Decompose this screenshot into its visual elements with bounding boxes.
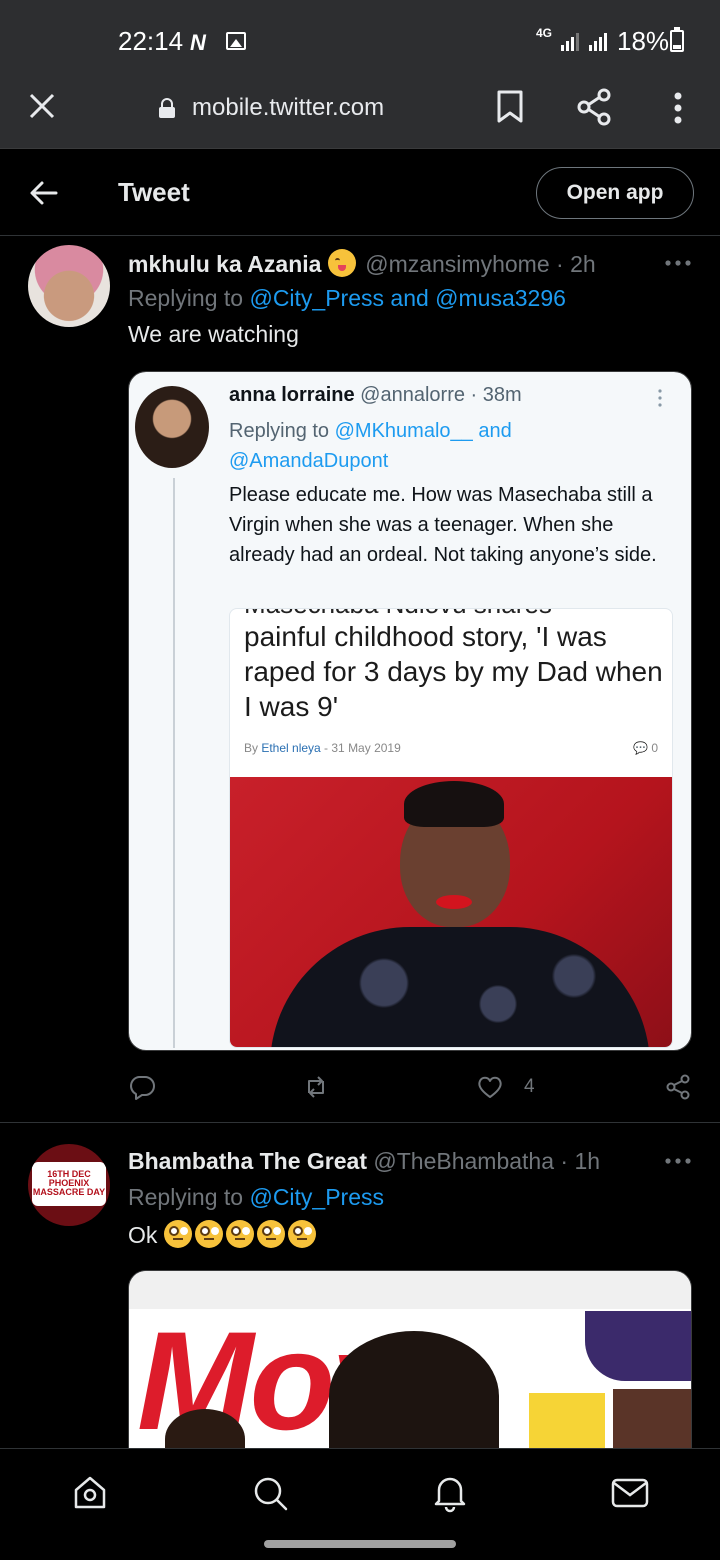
embedded-replying-prefix: Replying to xyxy=(229,420,335,442)
tweet-image[interactable]: anna lorraine @annalorre · 38m Replying … xyxy=(128,371,692,1051)
signal-icon-2 xyxy=(589,33,607,51)
share-tweet-icon[interactable] xyxy=(664,1073,692,1101)
photo-lips xyxy=(436,895,472,909)
article-photo xyxy=(230,777,672,1047)
system-navigation-bar xyxy=(0,1534,720,1560)
tweet-time: · 2h xyxy=(556,251,596,277)
article-comments: 💬 0 xyxy=(633,741,658,755)
cover-headline-box xyxy=(529,1393,605,1453)
back-arrow-icon[interactable] xyxy=(28,177,60,209)
status-time: 22:14 xyxy=(118,26,184,56)
eye-roll-emoji-icon xyxy=(225,1220,254,1248)
retweet-icon[interactable] xyxy=(302,1073,330,1101)
share-icon[interactable] xyxy=(576,88,612,126)
open-app-button[interactable]: Open app xyxy=(536,167,694,219)
tweet-2[interactable]: 16TH DEC PHOENIX MASSACRE DAY Bhambatha … xyxy=(0,1124,720,1470)
photo-dress xyxy=(270,927,650,1047)
article-meta: By Ethel nleya - 31 May 2019 xyxy=(244,741,401,755)
embedded-replying-and: and xyxy=(472,420,512,442)
like-count: 4 xyxy=(524,1076,535,1097)
article-date: - 31 May 2019 xyxy=(320,741,401,755)
close-tab-icon[interactable] xyxy=(26,90,58,122)
author-name[interactable]: mkhulu ka Azania xyxy=(128,251,321,277)
eye-roll-emoji-icon xyxy=(287,1220,316,1248)
tweet-actions: 4 xyxy=(128,1071,692,1103)
replying-to: Replying to @City_Press xyxy=(128,1184,384,1211)
browser-toolbar: mobile.twitter.com xyxy=(0,72,720,148)
eye-roll-emoji-icon xyxy=(256,1220,285,1248)
messages-mail-icon[interactable] xyxy=(610,1473,650,1513)
embedded-header: anna lorraine @annalorre · 38m xyxy=(229,384,522,407)
embedded-more-icon xyxy=(658,389,662,407)
embedded-text: Please educate me. How was Masechaba sti… xyxy=(229,484,657,566)
home-icon[interactable] xyxy=(70,1473,110,1513)
url-text[interactable]: mobile.twitter.com xyxy=(192,94,384,122)
signal-icon xyxy=(561,33,579,51)
article-card: Masechaba Ndlovu shares painful childhoo… xyxy=(229,608,673,1048)
reply-action[interactable] xyxy=(128,1071,156,1103)
battery-percent: 18% xyxy=(617,26,670,56)
replying-prefix: Replying to xyxy=(128,1184,250,1210)
embedded-mention-2: @AmandaDupont xyxy=(229,450,389,472)
more-horizontal-icon[interactable] xyxy=(664,1156,692,1166)
tweet-page-header: Tweet Open app xyxy=(0,148,720,236)
notifications-bell-icon[interactable] xyxy=(430,1473,470,1513)
article-author: Ethel nleya xyxy=(261,741,321,755)
embedded-author-name: anna lorraine xyxy=(229,384,355,406)
article-title: painful childhood story, 'I was raped fo… xyxy=(244,621,663,722)
avatar[interactable]: 16TH DEC PHOENIX MASSACRE DAY xyxy=(28,1144,110,1226)
author-name[interactable]: Bhambatha The Great xyxy=(128,1148,367,1174)
yum-emoji-icon xyxy=(327,249,356,277)
bookmark-icon[interactable] xyxy=(496,90,524,124)
gesture-handle[interactable] xyxy=(264,1540,456,1548)
search-icon[interactable] xyxy=(250,1473,290,1513)
replying-prefix: Replying to xyxy=(128,285,250,311)
embedded-avatar xyxy=(135,386,209,468)
article-by: By xyxy=(244,741,262,755)
article-comment-count: 0 xyxy=(651,741,658,755)
cover-model xyxy=(329,1331,499,1461)
like-action[interactable]: 4 xyxy=(476,1071,535,1103)
tweet-text-line: Ok xyxy=(128,1220,319,1249)
tweet-header: Bhambatha The Great @TheBhambatha · 1h xyxy=(128,1148,600,1175)
replying-to-link[interactable]: @City_Press xyxy=(249,1184,384,1210)
embedded-screenshot: anna lorraine @annalorre · 38m Replying … xyxy=(129,372,691,1050)
avatar-badge-text: 16TH DEC PHOENIX MASSACRE DAY xyxy=(32,1162,106,1206)
embedded-replying-to: Replying to @MKhumalo__ and @AmandaDupont xyxy=(229,416,669,476)
tweet-header: mkhulu ka Azania @mzansimyhome · 2h xyxy=(128,249,596,278)
embedded-mention-1: @MKhumalo__ xyxy=(334,420,473,442)
eye-roll-emoji-icon xyxy=(163,1220,192,1248)
network-type: 4G xyxy=(536,26,553,40)
photo-hair xyxy=(404,781,504,827)
gallery-notification-icon xyxy=(226,32,246,50)
author-handle[interactable]: @mzansimyhome xyxy=(365,251,549,277)
replying-to: Replying to @City_Press and @musa3296 xyxy=(128,285,566,312)
tweet-time: · 1h xyxy=(560,1148,601,1174)
cover-price-badge xyxy=(585,1311,691,1381)
bottom-navigation xyxy=(0,1448,720,1534)
cover-inset-photo xyxy=(613,1389,691,1453)
reply-icon[interactable] xyxy=(128,1073,156,1101)
lock-icon xyxy=(159,98,175,118)
tweet-text: Ok xyxy=(128,1222,158,1248)
magazine-cover: Move xyxy=(129,1271,691,1469)
eye-roll-emoji-icon xyxy=(194,1220,223,1248)
battery-icon xyxy=(670,27,684,52)
author-handle[interactable]: @TheBhambatha xyxy=(373,1148,554,1174)
heart-icon[interactable] xyxy=(476,1073,504,1101)
more-vertical-icon[interactable] xyxy=(664,90,692,126)
notification-n-icon: N xyxy=(190,30,206,55)
tweet-text: We are watching xyxy=(128,321,299,347)
thread-line xyxy=(173,478,175,1048)
tweet-1[interactable]: mkhulu ka Azania @mzansimyhome · 2h Repl… xyxy=(0,237,720,1123)
embedded-author-handle: @annalorre · 38m xyxy=(360,384,522,406)
page-title: Tweet xyxy=(118,177,190,207)
more-horizontal-icon[interactable] xyxy=(664,258,692,268)
status-bar: 22:14 N 4G 18% xyxy=(0,0,720,72)
share-action[interactable] xyxy=(664,1071,692,1103)
avatar[interactable] xyxy=(28,245,110,327)
replying-to-link[interactable]: @City_Press and @musa3296 xyxy=(249,285,565,311)
tweet-image[interactable]: Move xyxy=(128,1270,692,1470)
retweet-action[interactable] xyxy=(302,1071,330,1103)
